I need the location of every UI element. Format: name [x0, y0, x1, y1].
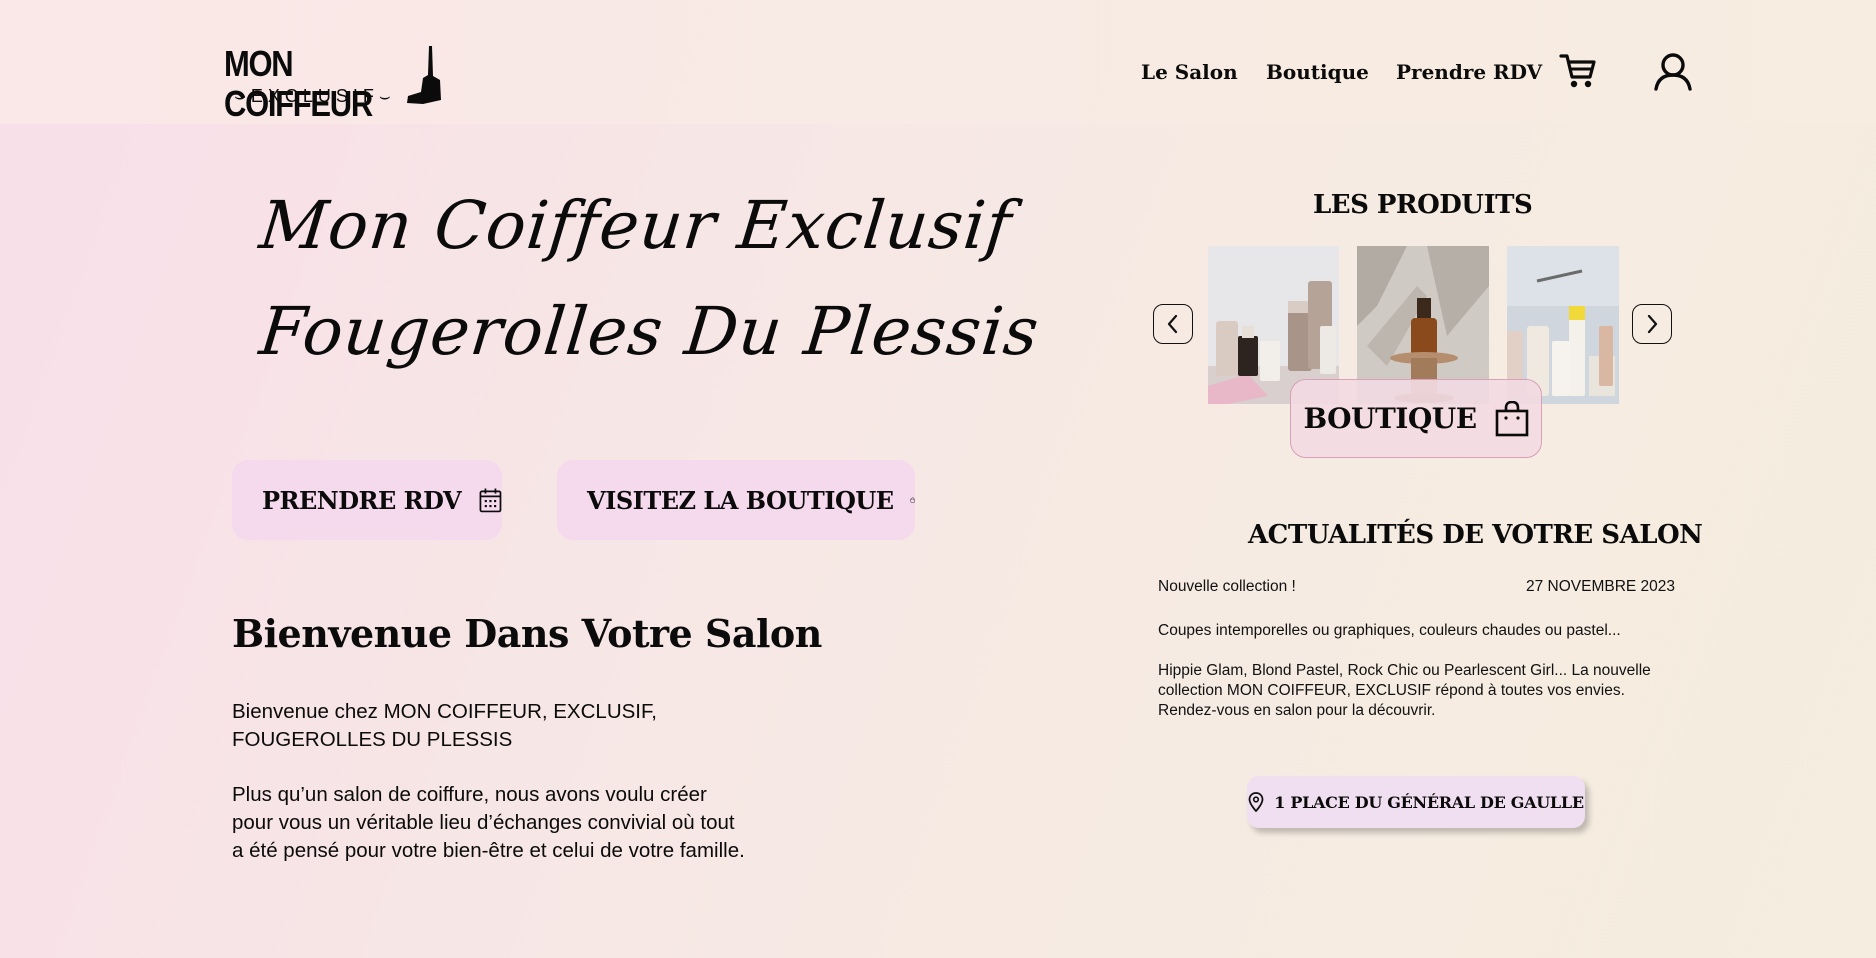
news-item-date: 27 NOVEMBRE 2023 [1526, 578, 1676, 595]
boutique-overlay-button[interactable]: BOUTIQUE [1290, 379, 1542, 458]
chevron-left-icon [1167, 314, 1178, 334]
hero-title-line1: Mon Coiffeur Exclusif [256, 187, 1016, 264]
nav-le-salon[interactable]: Le Salon [1141, 58, 1238, 86]
address-button[interactable]: 1 PLACE DU GÉNÉRAL DE GAULLE [1247, 776, 1585, 828]
nav-boutique[interactable]: Boutique [1266, 58, 1369, 86]
news-body-line1: Hippie Glam, Blond Pastel, Rock Chic ou … [1158, 662, 1651, 679]
shopping-bag-icon [909, 497, 915, 503]
prendre-rdv-button[interactable]: PRENDRE RDV [232, 460, 502, 540]
welcome-paragraph-1: Bienvenue chez MON COIFFEUR, EXCLUSIF, F… [232, 698, 752, 754]
news-body-line3: Rendez-vous en salon pour la découvrir. [1158, 702, 1436, 719]
news-item-intro: Coupes intemporelles ou graphiques, coul… [1158, 622, 1621, 639]
news-item-body: Hippie Glam, Blond Pastel, Rock Chic ou … [1158, 661, 1651, 721]
logo-subtitle: ⌣EXCLUSIF⌣ [234, 86, 396, 106]
products-title: LES PRODUITS [1313, 190, 1533, 220]
carousel-prev-button[interactable] [1153, 304, 1193, 344]
cart-icon[interactable] [1559, 52, 1597, 90]
carousel-next-button[interactable] [1632, 304, 1672, 344]
chevron-right-icon [1647, 314, 1658, 334]
welcome-para2-line3: a été pensé pour votre bien-être et celu… [232, 839, 745, 862]
welcome-para2-line1: Plus qu’un salon de coiffure, nous avons… [232, 783, 707, 806]
visit-shop-label: VISITEZ LA BOUTIQUE [587, 485, 894, 515]
welcome-heading: Bienvenue Dans Votre Salon [232, 611, 822, 656]
news-title: ACTUALITÉS DE VOTRE SALON [1248, 520, 1703, 550]
welcome-paragraph-2: Plus qu’un salon de coiffure, nous avons… [232, 781, 752, 865]
user-icon[interactable] [1653, 51, 1693, 91]
news-body-line2: collection MON COIFFEUR, EXCLUSIF répond… [1158, 682, 1625, 699]
calendar-icon [479, 488, 502, 513]
welcome-para2-line2: pour vous un véritable lieu d’échanges c… [232, 811, 735, 834]
hair-dryer-icon [407, 46, 441, 104]
shopping-bag-icon [1495, 400, 1528, 436]
map-pin-icon [1248, 792, 1264, 812]
logo-title: MON COIFFEUR [224, 43, 373, 124]
boutique-overlay-label: BOUTIQUE [1303, 402, 1477, 435]
nav-prendre-rdv[interactable]: Prendre RDV [1396, 58, 1542, 86]
visit-shop-button[interactable]: VISITEZ LA BOUTIQUE [557, 460, 915, 540]
site-header: MON COIFFEUR ⌣EXCLUSIF⌣ Le Salon Boutiqu… [0, 0, 1876, 124]
news-item-title[interactable]: Nouvelle collection ! [1158, 577, 1296, 597]
prendre-rdv-label: PRENDRE RDV [262, 485, 462, 515]
welcome-para1-line2: FOUGEROLLES DU PLESSIS [232, 728, 513, 751]
welcome-para1-line1: Bienvenue chez MON COIFFEUR, EXCLUSIF, [232, 700, 657, 723]
site-logo[interactable]: MON COIFFEUR ⌣EXCLUSIF⌣ [222, 44, 447, 124]
address-label: 1 PLACE DU GÉNÉRAL DE GAULLE [1274, 792, 1584, 812]
hero-title-line2: Fougerolles Du Plessis [256, 293, 1043, 370]
